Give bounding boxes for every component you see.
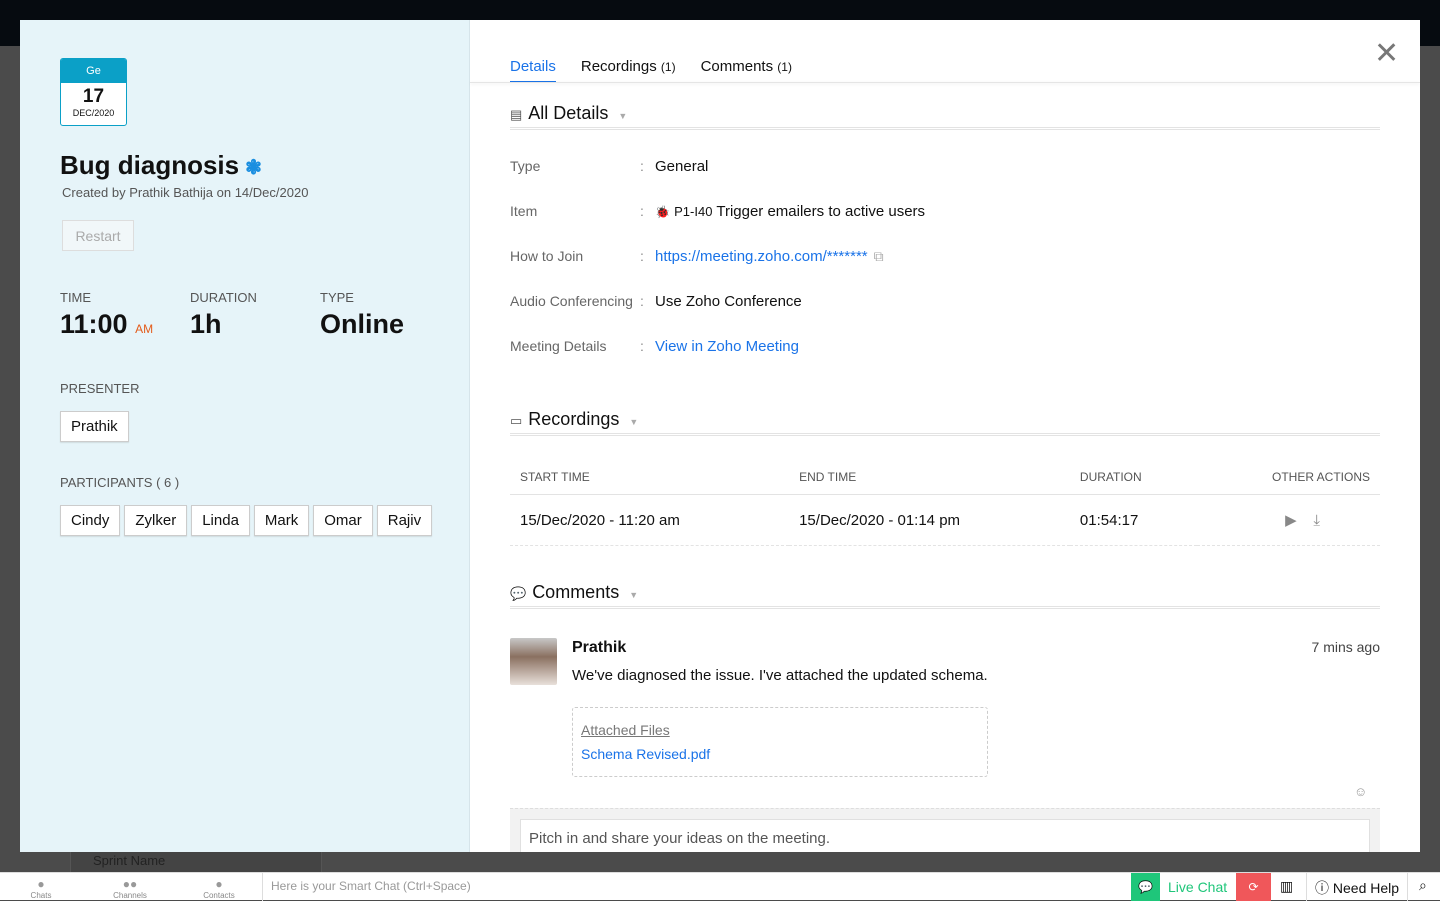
smart-chat-input[interactable]: Here is your Smart Chat (Ctrl+Space): [262, 873, 479, 901]
chat-icon: ●: [37, 877, 45, 891]
comment-icon: 💬: [510, 586, 527, 601]
channels-button[interactable]: ●● Channels: [100, 877, 160, 900]
item-title[interactable]: Trigger emailers to active users: [716, 203, 925, 220]
comment-author: Prathik: [572, 639, 627, 656]
recordings-table: START TIME END TIME DURATION OTHER ACTIONS …: [510, 460, 1380, 546]
type-value: Online: [320, 309, 405, 339]
participant-chip[interactable]: Linda: [191, 505, 250, 536]
comment-input[interactable]: Pitch in and share your ideas on the mee…: [520, 819, 1370, 852]
avatar: [510, 638, 557, 685]
recording-icon: ▭: [510, 413, 523, 428]
copy-icon[interactable]: ⧉: [874, 248, 884, 265]
emoji-icon[interactable]: ☺: [1354, 784, 1367, 799]
view-in-zoho-meeting-link[interactable]: View in Zoho Meeting: [655, 338, 799, 355]
chevron-down-icon: ▼: [629, 590, 639, 600]
participants-list: Cindy Zylker Linda Mark Omar Rajiv: [60, 505, 436, 536]
recordings-header[interactable]: ▭ Recordings ▼: [510, 409, 1380, 436]
type-label: TYPE: [320, 290, 354, 305]
chevron-down-icon: ▼: [629, 417, 639, 427]
restart-button[interactable]: Restart: [62, 220, 134, 251]
chats-button[interactable]: ● Chats: [11, 877, 71, 900]
duration-value: 1h: [190, 309, 222, 339]
type-block: TYPE Online: [320, 290, 404, 340]
contacts-button[interactable]: ● Contacts: [189, 877, 249, 900]
participant-chip[interactable]: Mark: [253, 505, 310, 536]
join-link[interactable]: https://meeting.zoho.com/*******: [655, 248, 868, 265]
participant-chip[interactable]: Zylker: [124, 505, 188, 536]
ampm: AM: [135, 322, 154, 336]
participants-label: PARTICIPANTS ( 6 ): [60, 475, 180, 490]
detail-row-type: Type: General: [510, 158, 709, 175]
recurring-icon: ❃: [245, 157, 262, 179]
created-info: Created by Prathik Bathija on 14/Dec/202…: [62, 185, 309, 200]
remote-support-icon[interactable]: ⟳: [1236, 873, 1271, 901]
item-id[interactable]: P1-I40: [674, 204, 712, 219]
participant-chip[interactable]: Omar: [313, 505, 373, 536]
chevron-down-icon: ▼: [618, 111, 628, 121]
tab-recordings[interactable]: Recordings (1): [581, 58, 676, 83]
presenter-chip[interactable]: Prathik: [60, 411, 129, 442]
tab-bar: Details Recordings (1) Comments (1): [510, 58, 792, 83]
comment-time: 7 mins ago: [1311, 639, 1380, 655]
comments-header[interactable]: 💬 Comments ▼: [510, 582, 1380, 609]
duration-block: DURATION 1h: [190, 290, 257, 340]
attached-files-label: Attached Files: [581, 722, 670, 738]
play-icon[interactable]: ▶: [1285, 512, 1297, 529]
need-help-button[interactable]: ⓘ Need Help: [1306, 873, 1409, 901]
tab-details[interactable]: Details: [510, 58, 556, 83]
bottom-bar: ● Chats ●● Channels ● Contacts Here is your…: [0, 872, 1440, 901]
table-row: 15/Dec/2020 - 11:20 am 15/Dec/2020 - 01:1…: [510, 494, 1380, 546]
meeting-title: Bug diagnosis ❃: [60, 150, 262, 181]
detail-row-join: How to Join: https://meeting.zoho.com/***…: [510, 248, 884, 265]
time-value: 11:00: [60, 309, 128, 339]
attachments-box: Attached Files Schema Revised.pdf: [572, 707, 988, 777]
detail-row-audio: Audio Conferencing: Use Zoho Conference: [510, 293, 802, 310]
presenter-label: PRESENTER: [60, 381, 140, 396]
live-chat-icon[interactable]: 💬: [1131, 873, 1160, 901]
meeting-title-text: Bug diagnosis: [60, 150, 240, 180]
live-chat-button[interactable]: Live Chat: [1168, 879, 1227, 895]
list-icon: ▤: [510, 107, 523, 122]
meeting-summary-panel: Ge 17 DEC/2020 Bug diagnosis ❃ Created by…: [20, 20, 470, 852]
sprint-name-column: Sprint Name: [70, 852, 322, 872]
detail-row-item: Item: 🐞 P1-I40 Trigger emailers to active…: [510, 203, 926, 220]
close-icon[interactable]: ✕: [1374, 36, 1399, 71]
calendar-month: DEC/2020: [72, 108, 115, 118]
comment-composer: Pitch in and share your ideas on the mee…: [510, 808, 1380, 852]
time-label: TIME: [60, 290, 92, 305]
download-icon[interactable]: ⤓: [1313, 512, 1320, 529]
all-details-header[interactable]: ▤ All Details ▼: [510, 103, 1380, 130]
map-icon[interactable]: ▥: [1280, 878, 1293, 895]
details-panel: Details Recordings (1) Comments (1) ✕ ▤ A…: [470, 20, 1420, 852]
bug-icon: 🐞: [655, 205, 670, 219]
calendar-badge: Ge 17 DEC/2020: [60, 58, 127, 126]
calendar-day: 17: [82, 86, 105, 107]
contact-icon: ●: [215, 877, 223, 891]
meeting-modal: Ge 17 DEC/2020 Bug diagnosis ❃ Created by…: [20, 20, 1420, 852]
duration-label: DURATION: [190, 290, 257, 305]
search-icon[interactable]: ⌕: [1419, 877, 1427, 894]
participant-chip[interactable]: Rajiv: [376, 505, 433, 536]
tab-comments[interactable]: Comments (1): [701, 58, 792, 83]
time-block: TIME 11:00 AM: [60, 290, 153, 340]
attachment-link[interactable]: Schema Revised.pdf: [581, 746, 979, 762]
channels-icon: ●●: [122, 877, 138, 891]
comment-text: We've diagnosed the issue. I've attached…: [572, 667, 988, 684]
calendar-header: Ge: [61, 59, 126, 83]
detail-row-meeting: Meeting Details: View in Zoho Meeting: [510, 338, 799, 355]
participant-chip[interactable]: Cindy: [60, 505, 121, 536]
